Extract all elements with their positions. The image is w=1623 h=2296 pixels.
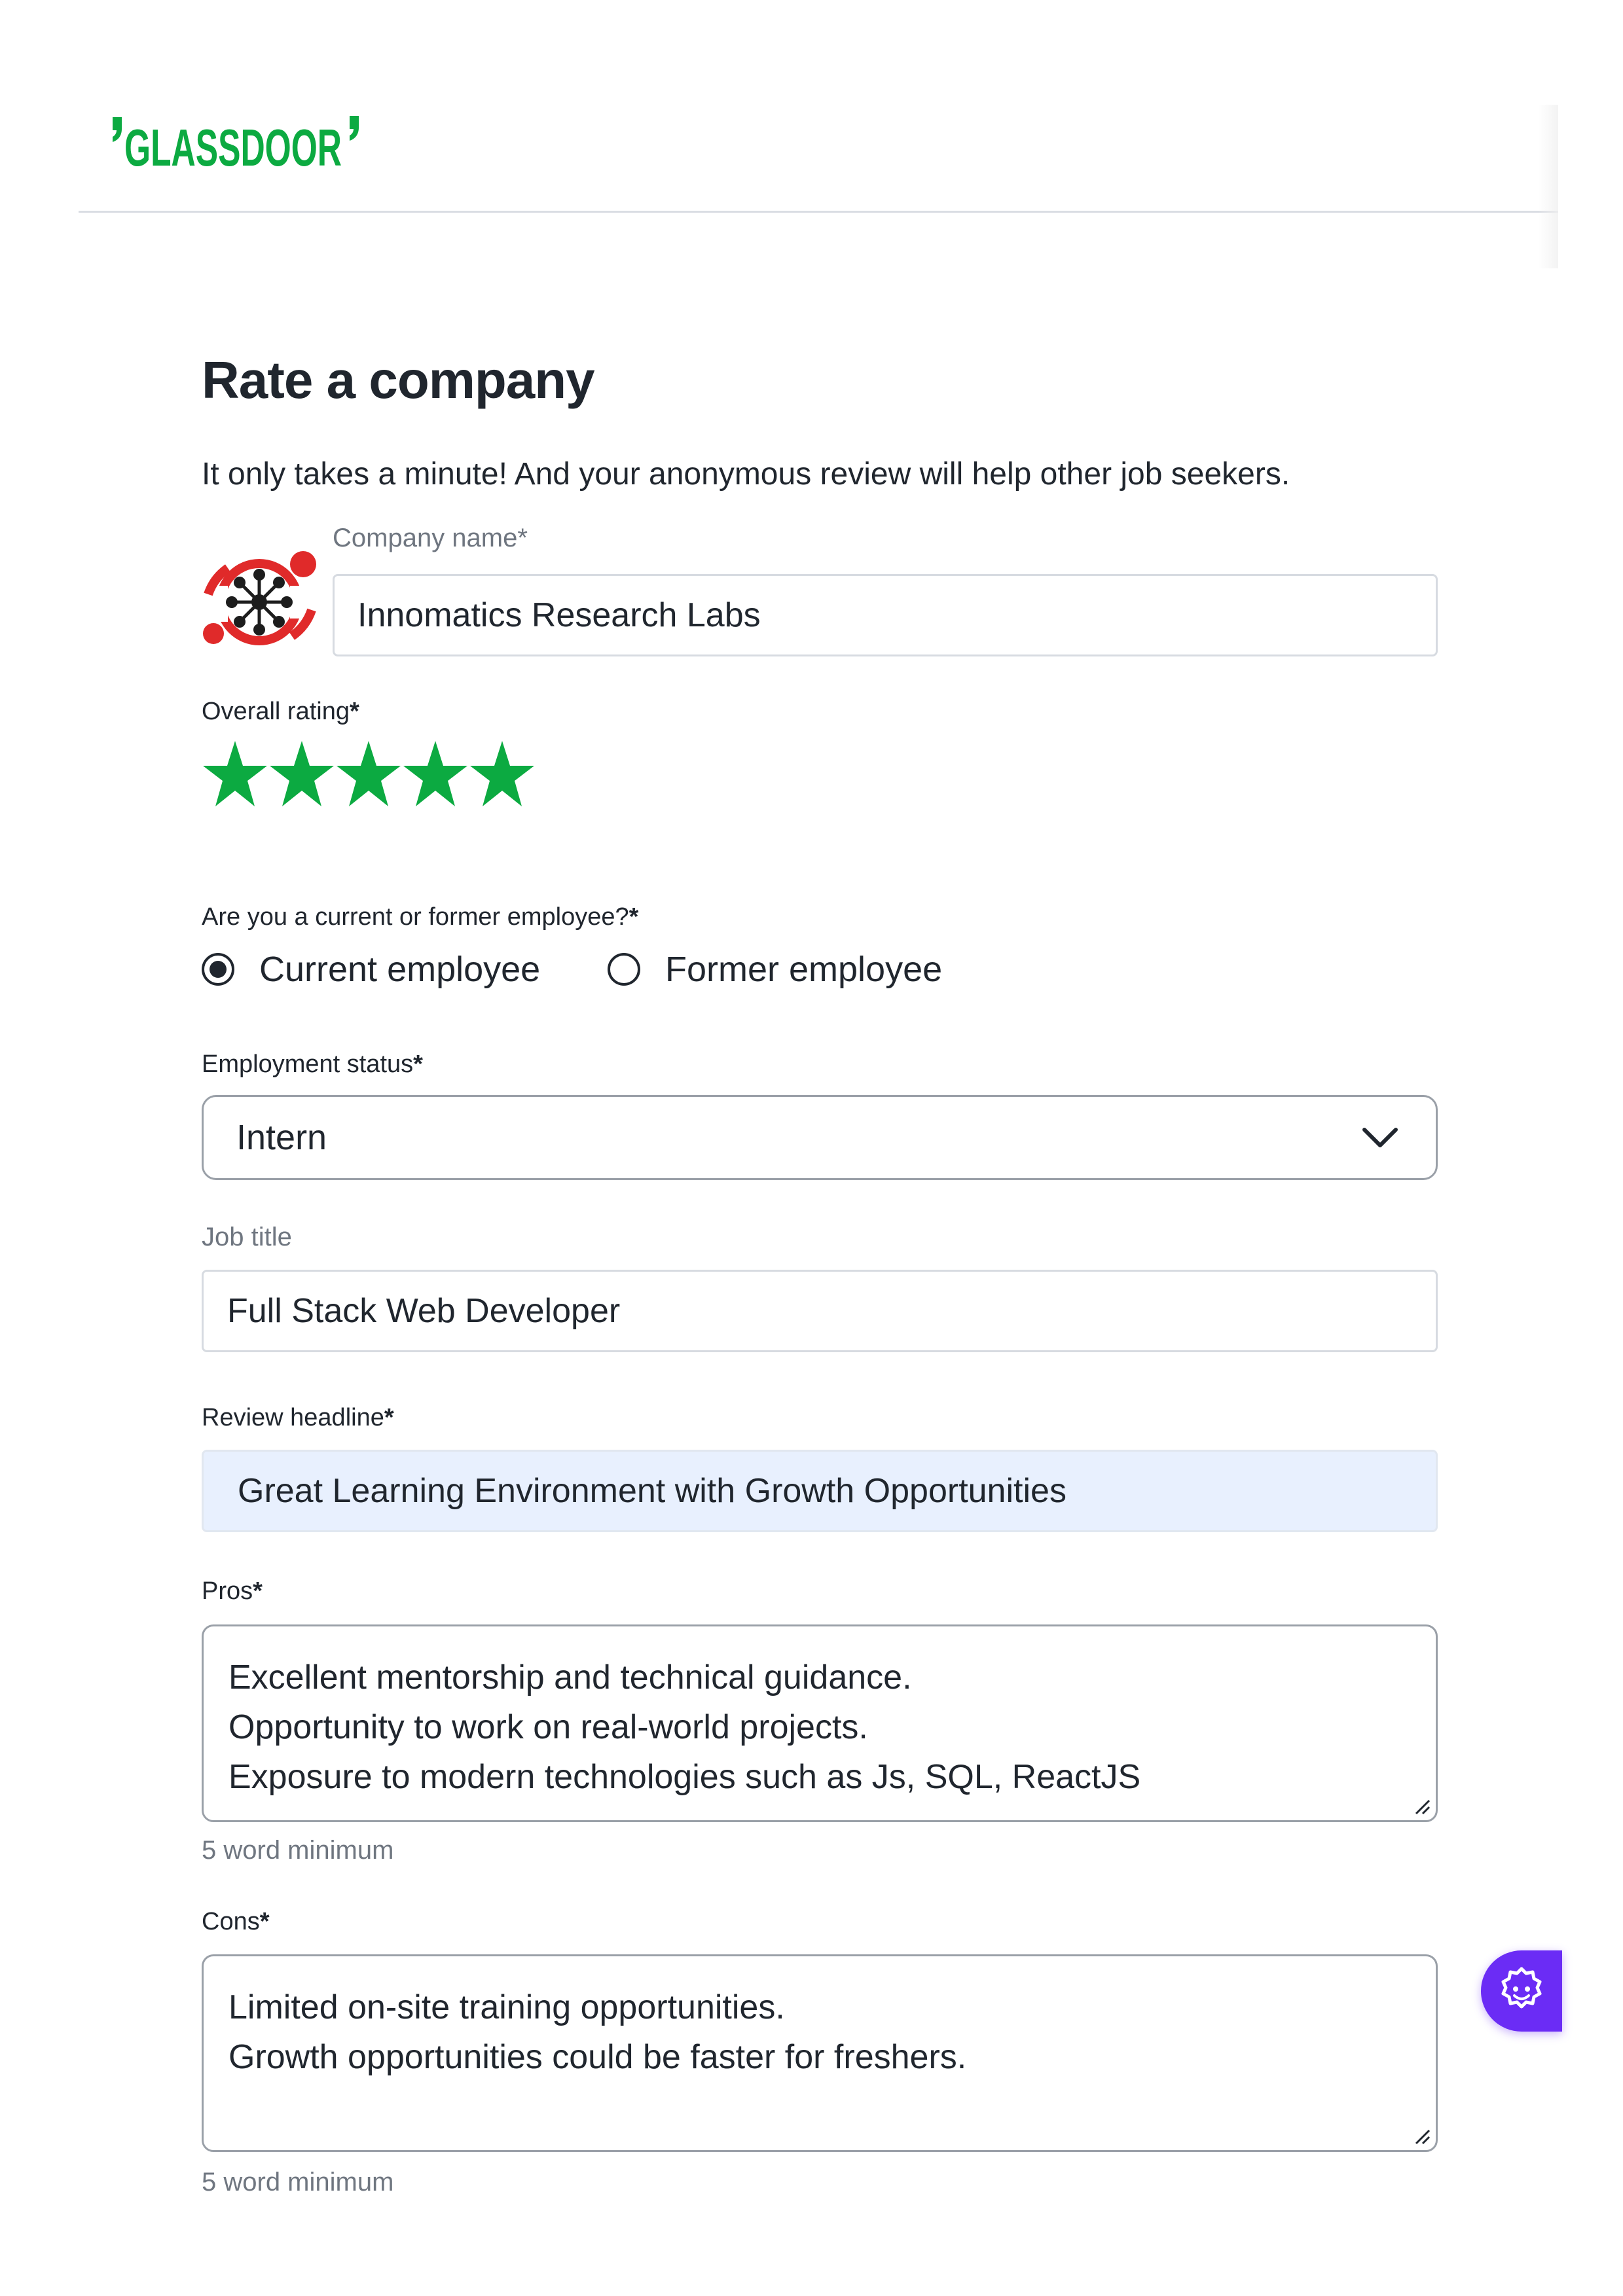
pros-line: Opportunity to work on real-world projec… [228,1708,868,1746]
cons-textarea[interactable]: Limited on-site training opportunities. … [202,1954,1438,2152]
radio-current-employee[interactable]: Current employee [202,949,540,990]
glassdoor-logo[interactable]: GLASSDOOR [110,115,372,173]
star-icon[interactable] [268,738,335,810]
job-title-input[interactable]: Full Stack Web Developer [202,1270,1438,1352]
chevron-down-icon[interactable] [1360,1123,1400,1153]
radio-former-employee-label: Former employee [665,950,943,989]
employment-status-select[interactable]: Intern [202,1095,1438,1180]
cons-hint: 5 word minimum [202,2168,394,2197]
star-icon[interactable] [402,738,469,810]
pros-hint: 5 word minimum [202,1836,394,1865]
innomatics-logo-icon [202,551,316,645]
company-name-input[interactable]: Innomatics Research Labs [333,574,1438,656]
cons-line: Limited on-site training opportunities. [228,1988,785,2026]
required-mark: * [349,698,359,725]
overall-rating-label: Overall rating* [202,698,359,726]
star-icon[interactable] [202,738,268,810]
required-mark: * [253,1577,263,1605]
review-headline-input[interactable]: Great Learning Environment with Growth O… [202,1450,1438,1532]
pros-line: Excellent mentorship and technical guida… [228,1659,912,1696]
pros-textarea[interactable]: Excellent mentorship and technical guida… [202,1624,1438,1822]
page-subtitle: It only takes a minute! And your anonymo… [202,457,1290,492]
company-name-value: Innomatics Research Labs [357,596,761,634]
pros-label: Pros* [202,1577,263,1605]
star-icon[interactable] [469,738,536,810]
resize-handle-icon[interactable] [1412,2126,1432,2146]
radio-current-employee-label: Current employee [259,950,541,989]
required-mark: * [259,1908,270,1935]
cons-line: Growth opportunities could be faster for… [228,2038,967,2076]
employee-status-label: Are you a current or former employee?* [202,903,638,931]
star-rating[interactable] [202,738,536,810]
star-icon[interactable] [335,738,402,810]
employment-status-text: Employment status [202,1050,414,1078]
pros-line: Exposure to modern technologies such as … [228,1758,1141,1796]
site-header: GLASSDOOR [79,0,1558,268]
bot-icon [1501,1967,1542,2009]
employee-status-text: Are you a current or former employee? [202,903,629,931]
assistant-button[interactable] [1481,1950,1562,2032]
job-title-value: Full Stack Web Developer [227,1292,621,1330]
review-headline-label: Review headline* [202,1404,394,1432]
company-name-label: Company name* [333,524,528,552]
required-mark: * [384,1404,394,1431]
employment-status-value: Intern [236,1118,327,1157]
overall-rating-text: Overall rating [202,698,350,725]
resize-handle-icon[interactable] [1412,1797,1432,1816]
employment-status-label: Employment status* [202,1050,423,1079]
header-scroll-shadow [1539,105,1558,268]
review-headline-text: Review headline [202,1404,384,1431]
required-mark: * [413,1050,423,1078]
review-headline-value: Great Learning Environment with Growth O… [238,1472,1067,1510]
required-mark: * [629,903,639,931]
job-title-label: Job title [202,1223,292,1251]
radio-button-unchecked[interactable] [608,953,640,986]
cons-text: Cons [202,1908,260,1935]
pros-text: Pros [202,1577,253,1605]
logo-text: GLASSDOOR [124,118,342,173]
radio-button-checked[interactable] [202,953,234,986]
radio-former-employee[interactable]: Former employee [608,949,942,990]
page-title: Rate a company [202,351,595,409]
cons-label: Cons* [202,1908,270,1936]
